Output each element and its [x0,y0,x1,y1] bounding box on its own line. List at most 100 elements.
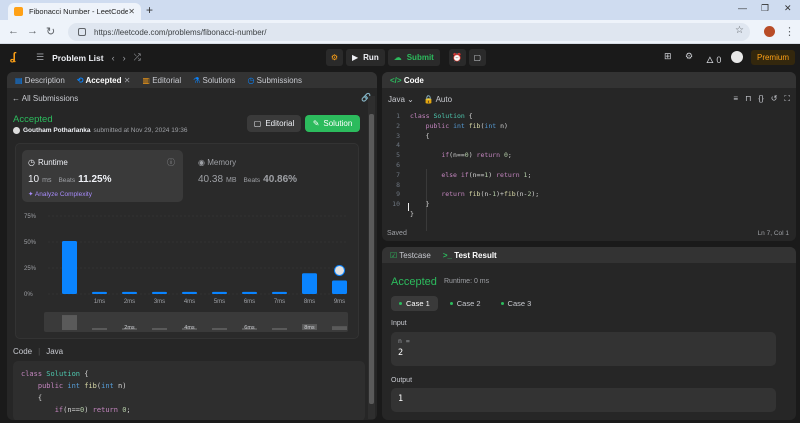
forward-icon[interactable]: → [27,25,38,37]
fullscreen-icon[interactable]: ⛶ [784,94,790,104]
minimize-icon[interactable]: — [738,3,747,13]
saved-status: Saved [387,230,407,237]
left-panel-tabs: ▤ Description ⟲ Accepted ✕ ▥ Editorial ⚗… [7,72,377,88]
browser-tab-title: Fibonacci Number - LeetCode [29,7,129,16]
flask-icon: ⚗ [193,75,201,85]
streak-fire-icon[interactable]: 🜂 0 [706,51,721,69]
runtime-beats: 11.25% [78,174,112,185]
case-tab-2[interactable]: Case 2 [442,296,489,311]
left-panel-scrollbar[interactable] [368,96,375,419]
close-tab-icon[interactable]: ✕ [128,7,135,16]
shuffle-icon[interactable]: ⤮ [134,52,141,63]
settings-icon[interactable]: ⚙ [685,51,693,62]
tab-solutions[interactable]: ⚗ Solutions [193,76,235,85]
runtime-card[interactable]: ◷ Runtime ⓘ 10 ms Beats 11.25% ✦ Analyze … [22,150,183,202]
premium-button[interactable]: Premium [751,50,795,65]
input-box: n = 2 [391,332,776,366]
pass-dot-icon [399,302,402,305]
reset-icon[interactable]: ↺ [771,94,778,104]
play-icon: ▶ [352,53,359,62]
reload-icon[interactable]: ↻ [46,25,55,38]
x-tick-label: 2ms [124,299,135,305]
list-icon: ☰ [36,52,45,62]
back-icon[interactable]: ← [8,25,19,37]
code-panel-header: </> Code [382,72,796,88]
problem-list-link[interactable]: Problem List [52,53,103,63]
tab-submissions[interactable]: ◷ Submissions [247,76,302,85]
code-icon: </> [390,75,402,85]
runtime-distribution-chart[interactable]: 75% 50% 25% 0% 1ms 2ms 3ms 4ms 5ms 6ms 7ms 8ms 9ms 2m… [16,208,360,338]
problem-list-nav: ☰ Problem List ‹ › ⤮ [36,52,141,63]
input-value: 2 [398,348,404,358]
tab-test-result[interactable]: >_ Test Result [443,251,497,260]
submit-button[interactable]: ☁ Submit [387,49,440,66]
tab-code[interactable]: </> Code [390,76,424,85]
code-line: { [410,131,430,140]
book-icon: ▢ [253,119,262,128]
line-number: 8 [396,180,400,189]
browser-tab[interactable]: Fibonacci Number - LeetCode ✕ [8,3,141,20]
layout-icon[interactable]: ⊞ [664,51,672,62]
language-select[interactable]: Java ⌄ [388,95,414,104]
line-number: 4 [396,141,400,150]
bookmark-icon[interactable]: ⊓ [745,94,751,104]
tab-editorial[interactable]: ▥ Editorial [142,76,181,85]
line-number: 10 [392,200,400,209]
solution-button[interactable]: ✎ Solution [305,115,360,132]
leetcode-logo-icon[interactable]: ʆ [10,51,22,64]
auto-mode-toggle[interactable]: 🔒 Auto [424,95,452,104]
editorial-button[interactable]: ▢ Editorial [247,115,301,132]
description-icon: ▤ [15,75,23,85]
code-line: class Solution { [410,112,473,120]
tab-description[interactable]: ▤ Description [15,76,65,85]
x-tick-label: 7ms [274,299,285,305]
braces-icon[interactable]: {} [758,94,763,104]
minimap-bar [212,328,227,330]
username[interactable]: Goutham Potharlanka [23,127,91,134]
close-tab-accepted-icon[interactable]: ✕ [124,76,131,85]
user-avatar[interactable] [731,51,743,63]
tab-accepted[interactable]: ⟲ Accepted ✕ [77,76,131,85]
all-submissions-link[interactable]: ← All Submissions [12,94,78,103]
history-icon: ⟲ [76,75,84,85]
code-editor[interactable]: 1 class Solution {2 public int fib(int n)… [382,107,796,231]
close-window-icon[interactable]: ✕ [784,3,792,14]
bar [272,291,287,294]
run-submit-group: ⚙ ▶ Run ☁ Submit ⏰ ▢ [326,49,486,66]
bookmark-star-icon[interactable]: ☆ [735,25,744,36]
y-tick-label: 50% [24,240,37,246]
url-input[interactable]: https://leetcode.com/problems/fibonacci-… [68,23,750,41]
tab-testcase[interactable]: ☑ Testcase [390,251,431,260]
bar [242,291,257,294]
analyze-complexity-link[interactable]: ✦ Analyze Complexity [28,190,92,198]
y-tick-label: 0% [24,292,33,298]
extension-icon[interactable] [764,26,775,37]
test-result-panel: ☑ Testcase >_ Test Result Accepted Runti… [382,247,796,420]
case-tab-1[interactable]: Case 1 [391,296,438,311]
y-tick-label: 75% [24,214,37,220]
code-section-label: Code | Java [13,347,64,356]
clock-icon: ◷ [247,75,255,85]
menu-icon[interactable]: ⋮ [784,25,795,38]
debug-icon[interactable]: ⚙ [326,49,343,66]
site-info-icon[interactable] [78,28,86,36]
bar [212,291,227,294]
maximize-icon[interactable]: ❐ [761,3,769,14]
scrollbar-thumb[interactable] [369,114,374,404]
case-tab-3[interactable]: Case 3 [493,296,540,311]
runtime-value: 10 ms Beats 11.25% [28,174,112,185]
timer-icon[interactable]: ⏰ [448,49,466,66]
minimap-label: 2ms [124,325,135,331]
run-button[interactable]: ▶ Run [346,49,385,66]
next-problem-icon[interactable]: › [123,53,126,63]
pass-dot-icon [449,302,453,305]
new-tab-icon[interactable]: + [146,3,153,17]
memory-label[interactable]: ◉ Memory [198,158,236,167]
format-icon[interactable]: ≡ [733,94,738,104]
notes-icon[interactable]: ▢ [468,49,486,66]
line-number: 7 [396,170,400,179]
line-number: 3 [396,131,400,140]
info-icon[interactable]: ⓘ [167,157,175,168]
prev-problem-icon[interactable]: ‹ [112,53,115,63]
cloud-upload-icon: ☁ [393,53,402,62]
